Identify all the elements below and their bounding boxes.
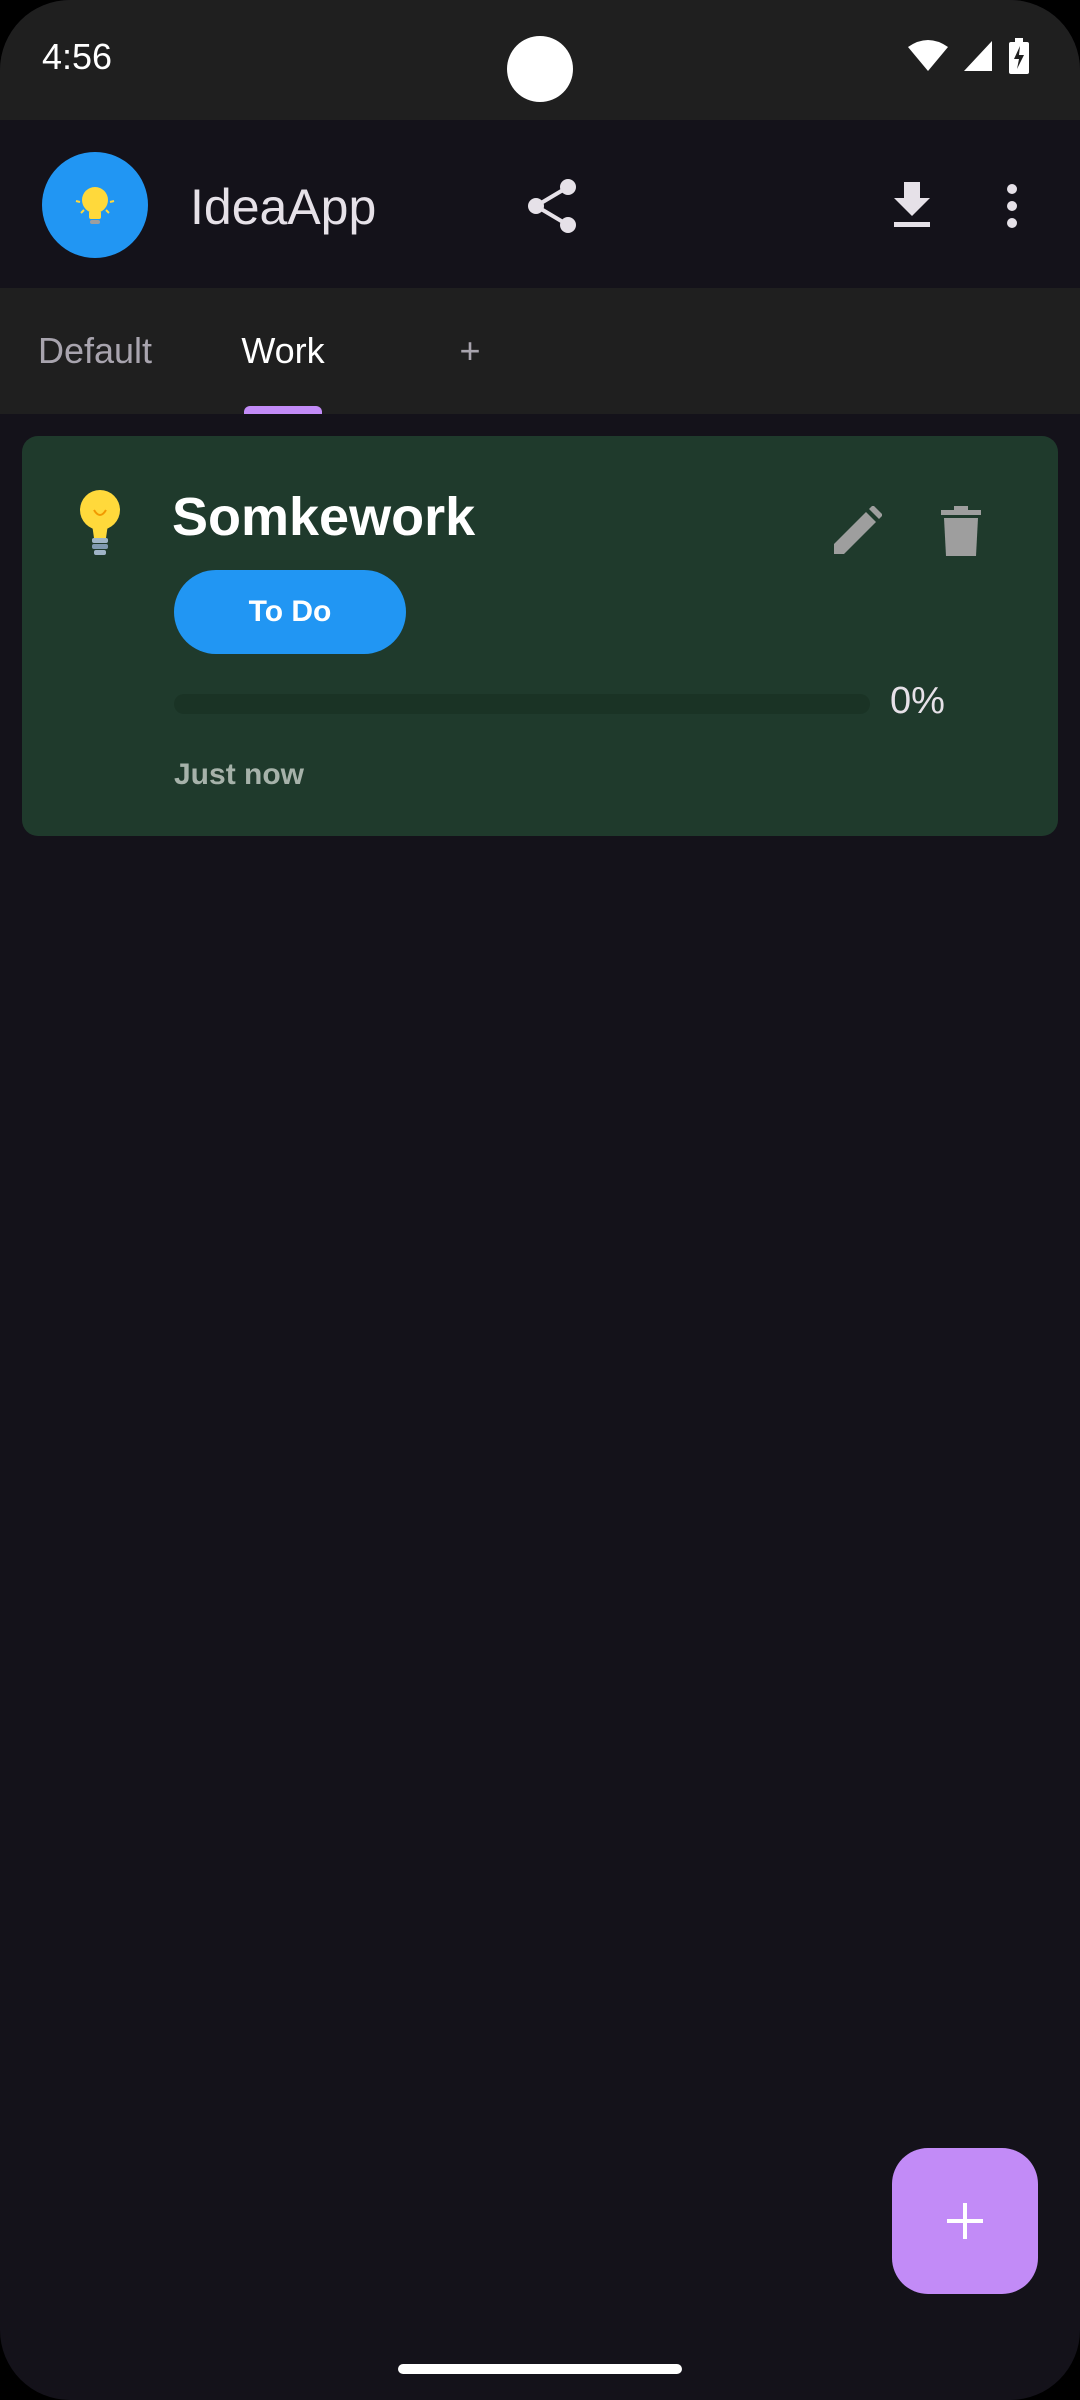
- battery-icon: [1009, 38, 1029, 74]
- signal-icon: [964, 41, 992, 71]
- download-icon: [894, 182, 930, 227]
- progress-bar: [174, 694, 870, 714]
- progress-label: 0%: [890, 680, 945, 722]
- app-title: IdeaApp: [190, 179, 377, 235]
- home-indicator[interactable]: [398, 2364, 682, 2374]
- download-button[interactable]: [872, 166, 952, 246]
- tab-work[interactable]: Work: [216, 288, 350, 414]
- card-timestamp: Just now: [174, 758, 305, 791]
- edit-button[interactable]: [822, 496, 892, 566]
- share-button[interactable]: [512, 166, 592, 246]
- status-time: 4:56: [42, 36, 113, 77]
- plus-icon: [947, 2203, 983, 2239]
- tab-indicator: [244, 406, 322, 414]
- tab-default[interactable]: Default: [20, 288, 170, 414]
- status-bar: 4:56: [0, 0, 1080, 120]
- idea-card[interactable]: Somkework To Do 0% Just now: [22, 436, 1058, 836]
- screen: 4:56 IdeaApp Default Work + Somkework To…: [0, 0, 1080, 2400]
- share-icon: [528, 179, 576, 233]
- card-title: Somkework: [172, 487, 476, 547]
- delete-button[interactable]: [926, 496, 996, 566]
- wifi-icon: [908, 40, 948, 71]
- lightbulb-icon: [80, 490, 120, 555]
- more-vert-icon: [1007, 184, 1017, 228]
- tab-bar: Default Work +: [0, 288, 1080, 414]
- more-options-button[interactable]: [982, 166, 1042, 246]
- status-icons: [908, 38, 1030, 74]
- app-bar: IdeaApp: [0, 120, 1080, 288]
- add-idea-button[interactable]: [892, 2148, 1038, 2294]
- app-logo: [42, 152, 148, 258]
- camera-cutout: [507, 36, 573, 102]
- edit-icon: [834, 506, 882, 554]
- lightbulb-icon: [75, 187, 115, 224]
- tab-add[interactable]: +: [440, 288, 500, 414]
- trash-icon: [941, 506, 981, 556]
- status-chip[interactable]: To Do: [174, 570, 406, 654]
- card-icon: [70, 486, 130, 563]
